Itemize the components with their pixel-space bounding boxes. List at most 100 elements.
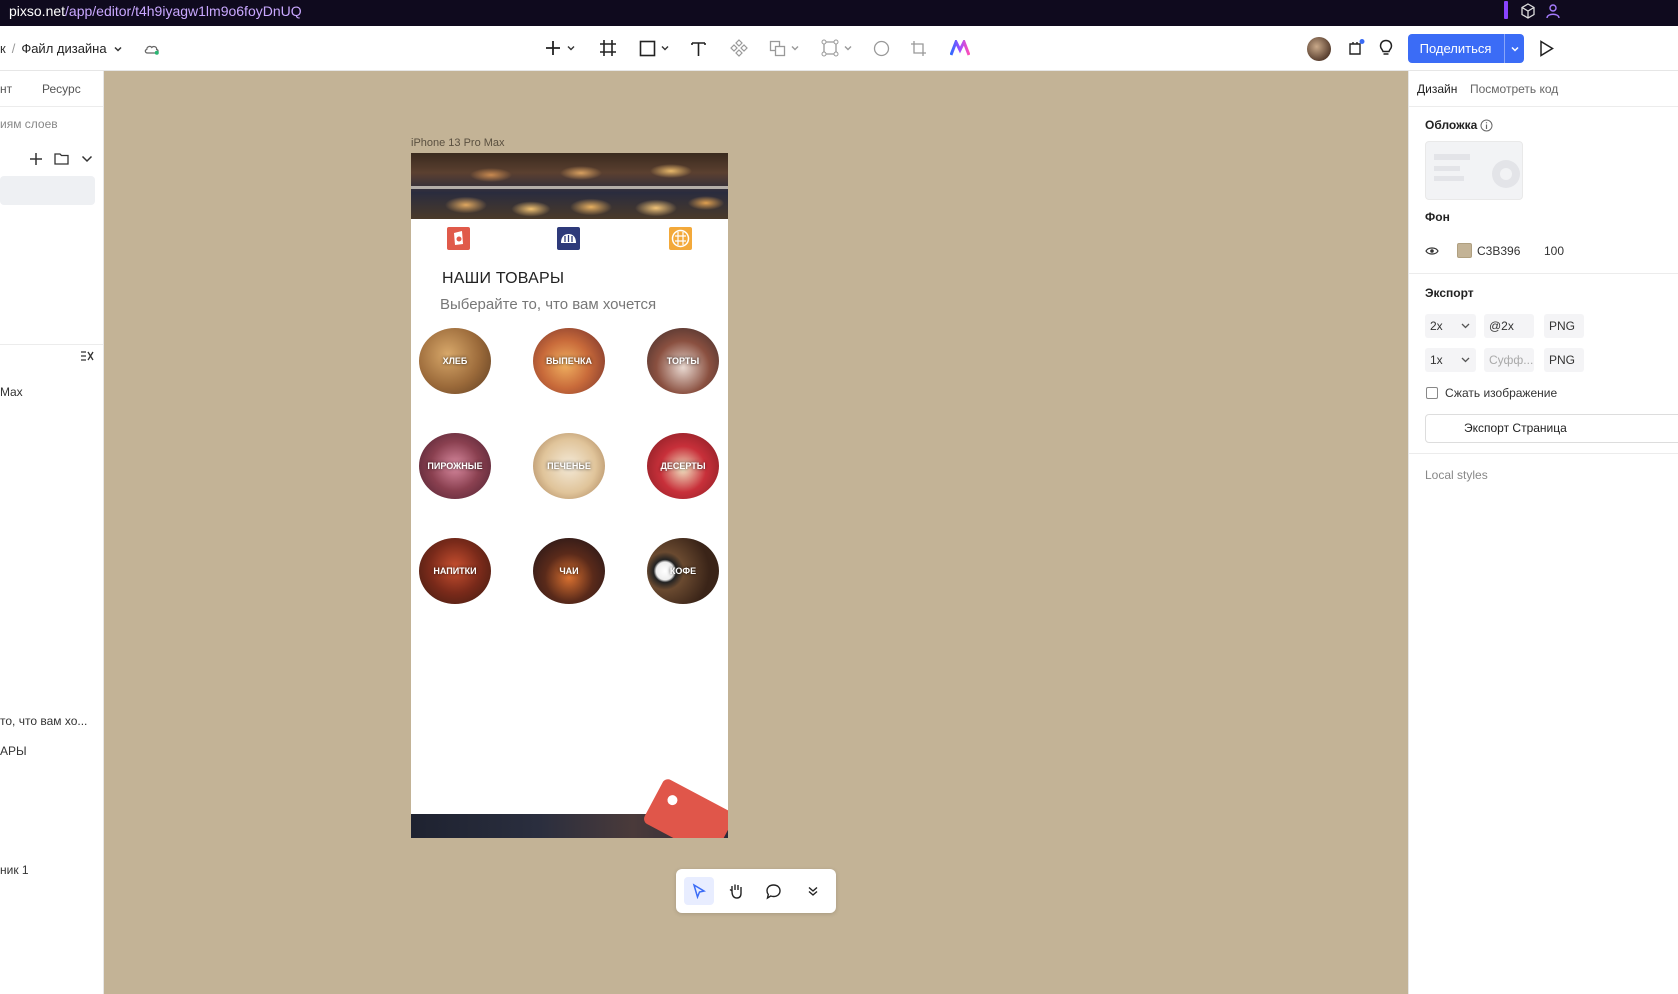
selected-page[interactable] [0, 176, 95, 205]
export-format-select[interactable]: PNG [1544, 314, 1584, 338]
browser-url-bar: pixso.net/app/editor/t4h9iyagw1lm9o6foyD… [0, 0, 1678, 26]
lightbulb-icon [1379, 39, 1393, 55]
category-label: ТОРТЫ [666, 356, 700, 366]
chevron-down-icon [1461, 323, 1470, 329]
left-tabs: нт Ресурс [0, 71, 103, 107]
tab-layers[interactable]: нт [0, 82, 12, 96]
move-tool[interactable] [684, 877, 714, 905]
chevron-down-icon [661, 46, 668, 51]
share-button[interactable]: Поделиться [1408, 34, 1524, 63]
export-format-select[interactable]: PNG [1544, 348, 1584, 372]
double-chevron-down-icon [808, 886, 818, 896]
breadcrumb: к / Файл дизайна [0, 41, 161, 56]
boolean-tool[interactable] [766, 37, 802, 59]
boolean-icon [769, 40, 785, 56]
category-cookies[interactable]: ПЕЧЕНЬЕ [533, 433, 605, 499]
category-teas[interactable]: ЧАИ [533, 538, 605, 604]
export-suffix-input[interactable]: Суфф... [1484, 348, 1534, 372]
category-pastry[interactable]: ВЫПЕЧКА [533, 328, 605, 394]
export-scale-select[interactable]: 2x [1425, 314, 1476, 338]
layer-item[interactable]: ник 1 [0, 863, 29, 877]
share-dropdown[interactable] [1504, 34, 1524, 63]
avatar[interactable] [1307, 37, 1331, 61]
layer-search-input[interactable]: иям слоев [0, 117, 58, 131]
design-canvas[interactable]: iPhone 13 Pro Max НАШИ ТОВАРЫ Выберайте … [104, 71, 1408, 994]
info-icon[interactable] [1480, 119, 1493, 132]
category-cakes[interactable]: ТОРТЫ [647, 328, 719, 394]
chevron-down-icon[interactable] [81, 154, 93, 164]
category-desserts[interactable]: ДЕСЕРТЫ [647, 433, 719, 499]
comment-tool[interactable] [758, 877, 788, 905]
background-hex[interactable]: C3B396 [1477, 244, 1520, 258]
present-button[interactable] [1536, 37, 1556, 59]
layer-item[interactable]: Max [0, 385, 23, 399]
category-pastries[interactable]: ПИРОЖНЫЕ [419, 433, 491, 499]
add-tool[interactable] [542, 37, 578, 59]
shape-tool[interactable] [636, 37, 672, 59]
panel-divider [0, 344, 103, 345]
category-drinks[interactable]: НАПИТКИ [419, 538, 491, 604]
tab-view-code[interactable]: Посмотреть код [1470, 82, 1558, 96]
crop-tool[interactable] [908, 37, 928, 59]
export-button-label: Экспорт Страница [1464, 421, 1567, 435]
local-styles-label: Local styles [1425, 468, 1488, 482]
export-suffix-input[interactable]: @2x [1484, 314, 1534, 338]
layer-item[interactable]: то, что вам хо... [0, 714, 87, 728]
mask-tool[interactable] [818, 37, 856, 59]
url-host: pixso.net [9, 3, 66, 19]
component-tool[interactable] [729, 37, 749, 59]
collapse-layers-icon[interactable] [80, 350, 94, 362]
cake-icon[interactable] [447, 227, 470, 250]
plus-icon[interactable] [29, 152, 43, 166]
cube-icon[interactable] [1520, 3, 1536, 19]
file-name[interactable]: Файл дизайна [21, 41, 106, 56]
export-scale-select[interactable]: 1x [1425, 348, 1476, 372]
eye-icon[interactable] [1425, 245, 1439, 257]
background-swatch[interactable] [1457, 243, 1472, 258]
section-heading[interactable]: НАШИ ТОВАРЫ [442, 270, 564, 288]
hand-tool[interactable] [721, 877, 751, 905]
hand-icon [729, 884, 742, 899]
layer-item[interactable]: АРЫ [0, 744, 27, 758]
bread-icon[interactable] [557, 227, 580, 250]
background-opacity[interactable]: 100 [1544, 244, 1564, 258]
chevron-down-icon [844, 46, 852, 51]
category-label: КОФЕ [669, 566, 697, 576]
chevron-down-icon [1461, 357, 1470, 363]
category-coffee[interactable]: КОФЕ [647, 538, 719, 604]
category-bread[interactable]: ХЛЕБ [419, 328, 491, 394]
tab-resources[interactable]: Ресурс [42, 82, 81, 96]
ai-tool[interactable] [949, 37, 971, 59]
url-path: /app/editor/t4h9iyagw1lm9o6foyDnUQ [65, 3, 302, 19]
plugins-button[interactable] [1346, 37, 1366, 59]
pages-header [0, 149, 103, 171]
frame-label[interactable]: iPhone 13 Pro Max [411, 137, 505, 149]
cover-thumbnail[interactable] [1425, 141, 1523, 200]
canvas-tools [676, 869, 836, 913]
breadcrumb-separator: / [11, 41, 16, 56]
waffle-icon[interactable] [669, 227, 692, 250]
export-page-button[interactable]: Экспорт Страница [1425, 414, 1678, 443]
frame-tool[interactable] [598, 37, 618, 59]
plus-icon [546, 41, 560, 55]
user-icon[interactable] [1545, 3, 1561, 19]
compress-label[interactable]: Сжать изображение [1445, 386, 1557, 400]
phone-frame[interactable]: НАШИ ТОВАРЫ Выберайте то, что вам хочетс… [411, 153, 728, 838]
cloud-sync-icon [144, 45, 159, 55]
frame-icon [600, 40, 616, 56]
ellipse-tool[interactable] [871, 37, 891, 59]
text-tool[interactable] [688, 37, 708, 59]
chevron-down-icon[interactable] [113, 44, 123, 54]
more-tools[interactable] [798, 877, 828, 905]
tips-button[interactable] [1376, 37, 1396, 59]
breadcrumb-project[interactable]: к [0, 41, 6, 56]
folder-icon[interactable] [54, 152, 69, 165]
category-label: ПЕЧЕНЬЕ [547, 461, 591, 471]
component-icon [730, 39, 748, 57]
url-text[interactable]: pixso.net/app/editor/t4h9iyagw1lm9o6foyD… [9, 3, 302, 19]
background-label: Фон [1425, 210, 1450, 224]
chevron-down-icon [567, 46, 575, 51]
compress-checkbox[interactable] [1426, 387, 1438, 399]
section-subheading[interactable]: Выберайте то, что вам хочется [440, 296, 656, 313]
tab-design[interactable]: Дизайн [1417, 82, 1457, 96]
